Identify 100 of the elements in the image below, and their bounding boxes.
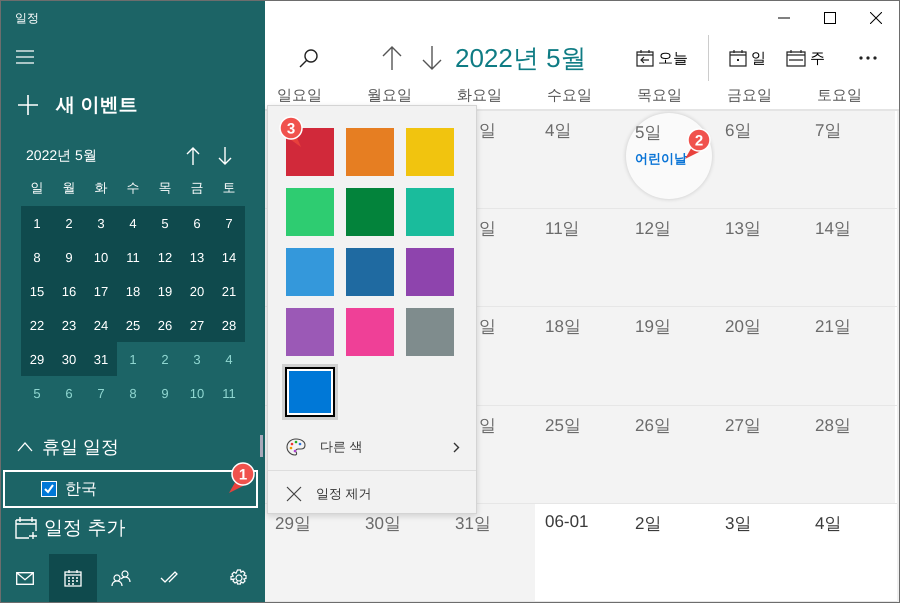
day-cell[interactable]: 14일 <box>805 209 895 306</box>
day-cell[interactable]: 11일 <box>535 209 625 306</box>
day-cell[interactable]: 12 <box>149 240 181 274</box>
day-cell[interactable]: 13 <box>181 240 213 274</box>
day-cell[interactable]: 6일 <box>715 111 805 208</box>
day-cell[interactable]: 28 <box>213 308 245 342</box>
calendar-add-icon <box>14 516 38 540</box>
day-cell[interactable]: 4 <box>213 342 245 376</box>
day-cell[interactable]: 5 <box>21 376 53 410</box>
date-label: 20일 <box>725 316 761 338</box>
day-cell[interactable]: 8 <box>21 240 53 274</box>
chevron-right-icon <box>453 442 460 452</box>
day-cell[interactable]: 25 <box>117 308 149 342</box>
day-cell[interactable]: 20일 <box>715 307 805 405</box>
day-cell[interactable]: 28일 <box>805 406 895 503</box>
day-cell[interactable]: 17 <box>85 274 117 308</box>
day-cell[interactable]: 7 <box>85 376 117 410</box>
day-cell[interactable]: 5 <box>149 206 181 240</box>
day-cell[interactable]: 21 <box>213 274 245 308</box>
day-cell[interactable]: 11 <box>117 240 149 274</box>
weekday-header: 토요일 <box>816 86 863 104</box>
day-cell[interactable]: 30 <box>53 342 85 376</box>
day-cell[interactable]: 1 <box>21 206 53 240</box>
day-cell[interactable]: 14 <box>213 240 245 274</box>
date-label: 29일 <box>275 512 311 535</box>
scrollbar[interactable] <box>260 435 263 457</box>
date-label: 5일 <box>635 122 662 144</box>
more-icon <box>859 56 877 60</box>
day-cell[interactable]: 9 <box>53 240 85 274</box>
date-label: 18일 <box>545 316 581 338</box>
day-cell[interactable]: 27일 <box>715 406 805 503</box>
calendar-nav-button[interactable] <box>49 554 97 602</box>
people-icon <box>111 570 131 586</box>
day-cell[interactable]: 19 <box>149 274 181 308</box>
day-cell[interactable]: 31일 <box>445 504 535 602</box>
day-cell[interactable]: 7 <box>213 206 245 240</box>
day-cell[interactable]: 10 <box>85 240 117 274</box>
settings-icon <box>230 569 248 587</box>
today-view-button[interactable]: 오늘 <box>626 38 698 78</box>
day-cell[interactable]: 1 <box>117 342 149 376</box>
day-cell[interactable]: 3 <box>85 206 117 240</box>
day-cell[interactable]: 29 <box>21 342 53 376</box>
checkmark-icon <box>160 571 178 585</box>
day-cell[interactable]: 2 <box>149 342 181 376</box>
palette-icon <box>286 438 306 456</box>
date-label: 21일 <box>815 316 851 338</box>
weekday-label: 일 <box>30 179 44 197</box>
day-cell[interactable]: 21일 <box>805 307 895 405</box>
numbered-callout-tooltip: 3 <box>279 116 303 147</box>
day-cell[interactable]: 26 <box>149 308 181 342</box>
calendar-week-icon <box>786 49 806 67</box>
day-cell[interactable]: 16 <box>53 274 85 308</box>
day-cell[interactable]: 6 <box>181 206 213 240</box>
day-cell[interactable]: 27 <box>181 308 213 342</box>
day-cell[interactable]: 25일 <box>535 406 625 503</box>
day-cell[interactable]: 7일 <box>805 111 895 208</box>
weekday-label: 토 <box>222 179 236 197</box>
day-cell[interactable]: 18 <box>117 274 149 308</box>
event-title[interactable]: 어린이날 <box>635 150 687 168</box>
weekday-label: 월 <box>62 179 76 197</box>
day-cell[interactable]: 11 <box>213 376 245 410</box>
day-cell[interactable]: 20 <box>181 274 213 308</box>
search-icon <box>299 48 319 68</box>
day-cell[interactable]: 8 <box>117 376 149 410</box>
weekday-label: 화 <box>94 179 108 197</box>
date-label: 26일 <box>635 414 671 437</box>
color-swatch[interactable] <box>282 364 338 420</box>
calendar-icon <box>64 569 82 587</box>
day-cell[interactable]: 26일 <box>625 406 715 503</box>
day-cell[interactable]: 18일 <box>535 307 625 405</box>
add-calendar-button[interactable]: 일정 추가 <box>1 510 251 546</box>
new-event-button[interactable]: 새 이벤트 <box>1 81 265 129</box>
numbered-callout-tooltip: 2 <box>685 128 711 159</box>
weekday-header: 일요일 <box>276 86 323 104</box>
day-cell[interactable]: 31 <box>85 342 117 376</box>
checkbox[interactable] <box>41 481 57 497</box>
day-cell[interactable]: 9 <box>149 376 181 410</box>
day-cell[interactable]: 10 <box>181 376 213 410</box>
weekday-header: 금요일 <box>726 86 773 104</box>
day-cell[interactable]: 24 <box>85 308 117 342</box>
day-cell[interactable]: 6 <box>53 376 85 410</box>
day-cell[interactable]: 22 <box>21 308 53 342</box>
menu-icon <box>16 50 34 64</box>
calendar-group-header[interactable]: 휴일 일정 <box>1 429 251 465</box>
weekday-header: 수요일 <box>546 86 593 104</box>
date-label: 31일 <box>455 512 491 535</box>
day-cell[interactable]: 4일 <box>535 111 625 208</box>
day-cell[interactable]: 23 <box>53 308 85 342</box>
day-view-button[interactable]: 일 <box>719 38 776 78</box>
day-cell[interactable]: 19일 <box>625 307 715 405</box>
day-cell[interactable]: 12일 <box>625 209 715 306</box>
day-cell[interactable]: 15 <box>21 274 53 308</box>
weekday-label: 수 <box>126 179 140 197</box>
week-view-button[interactable]: 주 <box>776 38 835 78</box>
down-arrow-icon <box>422 46 442 70</box>
day-cell[interactable]: 3 <box>181 342 213 376</box>
day-cell[interactable]: 13일 <box>715 209 805 306</box>
day-cell[interactable]: 2 <box>53 206 85 240</box>
weekday-header: 목요일 <box>636 86 683 104</box>
day-cell[interactable]: 4 <box>117 206 149 240</box>
